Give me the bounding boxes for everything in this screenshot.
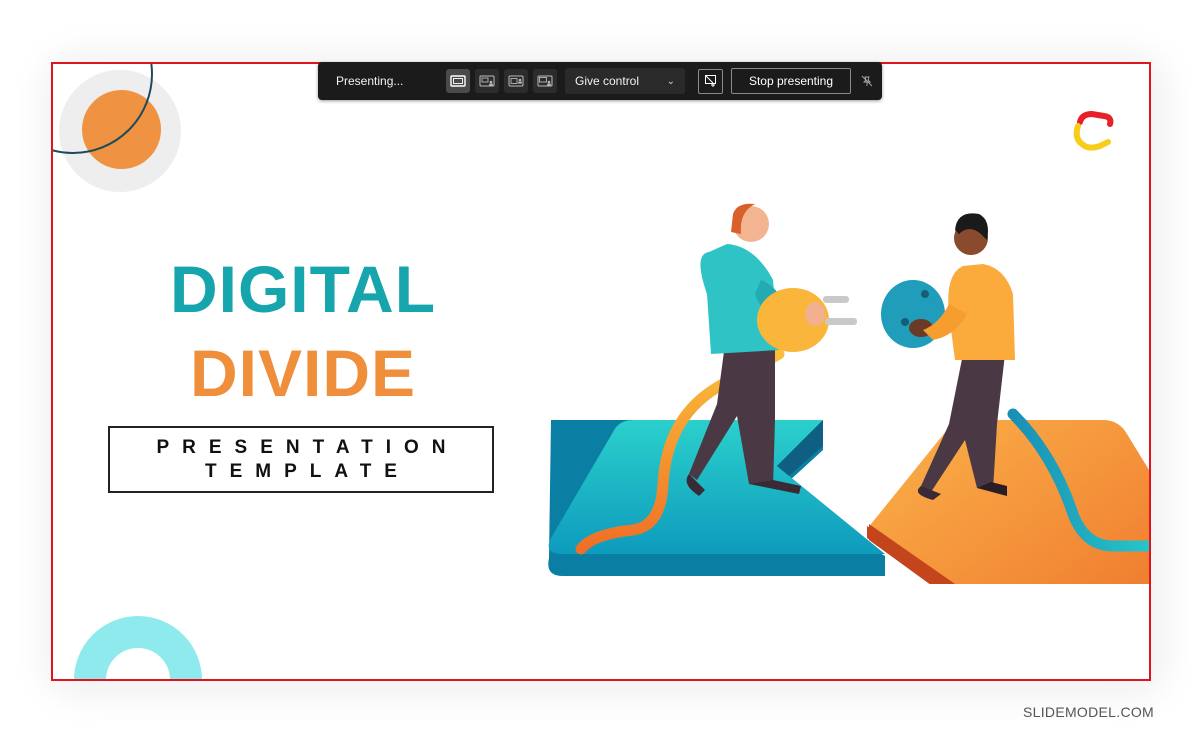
layout-content-only-button[interactable] xyxy=(446,69,470,93)
subtitle-box: PRESENTATION TEMPLATE xyxy=(108,426,494,493)
presentation-slide: DIGITAL DIVIDE PRESENTATION TEMPLATE xyxy=(51,62,1151,681)
digital-divide-illustration xyxy=(548,203,1149,584)
chevron-down-icon: ⌄ xyxy=(666,75,675,87)
share-screen-icon xyxy=(704,75,716,87)
plug xyxy=(757,288,857,352)
decorative-teal-arch xyxy=(74,616,202,679)
presenting-toolbar: Presenting... Give control ⌄ Stop presen… xyxy=(318,62,882,100)
title-digital: DIGITAL xyxy=(169,252,437,326)
watermark: SLIDEMODEL.COM xyxy=(1023,704,1154,720)
layout-options xyxy=(446,69,557,93)
content-only-icon xyxy=(450,75,466,87)
title-divide: DIVIDE xyxy=(189,336,417,410)
slidemodel-logo-icon xyxy=(1073,110,1114,151)
subtitle-line-2: TEMPLATE xyxy=(205,460,410,482)
give-control-label: Give control xyxy=(575,74,640,88)
subtitle-line-1: PRESENTATION xyxy=(156,436,459,458)
stop-presenting-button[interactable]: Stop presenting xyxy=(731,68,851,94)
layout-standout-button[interactable] xyxy=(475,69,499,93)
unpin-toolbar-button[interactable] xyxy=(860,74,874,88)
presenting-status: Presenting... xyxy=(336,74,404,88)
give-control-dropdown[interactable]: Give control ⌄ xyxy=(565,68,685,94)
unpin-icon xyxy=(861,75,873,87)
standout-icon xyxy=(479,75,495,87)
reporter-icon xyxy=(537,75,553,87)
orange-platform xyxy=(867,420,1149,584)
include-computer-sound-button[interactable] xyxy=(698,68,723,94)
layout-side-by-side-button[interactable] xyxy=(504,69,528,93)
side-by-side-icon xyxy=(508,75,524,87)
layout-reporter-button[interactable] xyxy=(533,69,557,93)
